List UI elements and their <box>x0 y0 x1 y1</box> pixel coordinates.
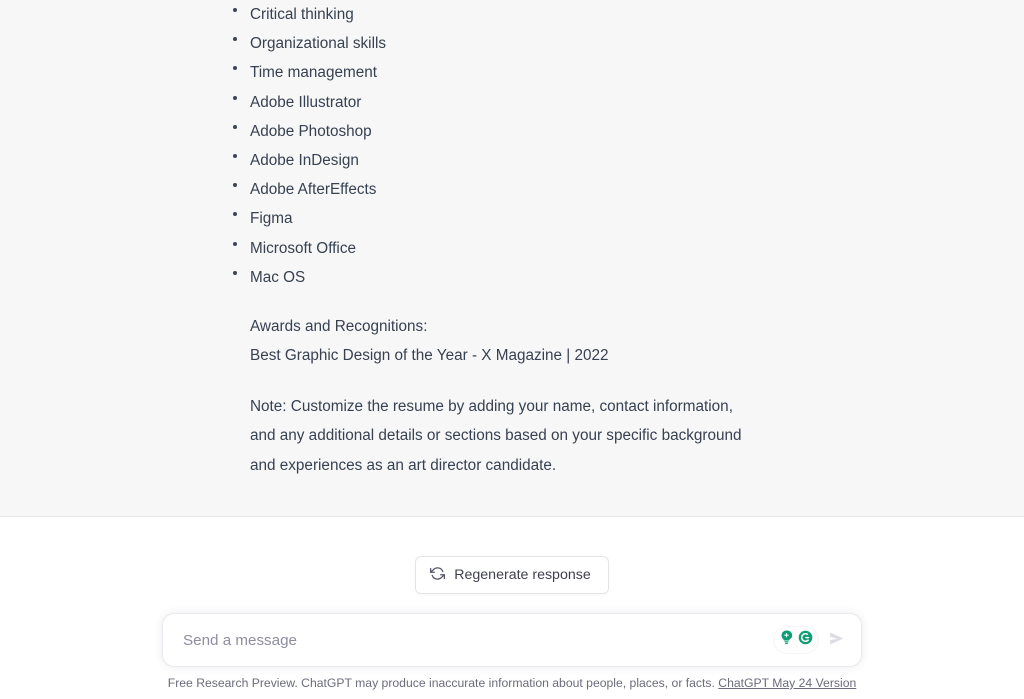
list-item: Critical thinking <box>233 0 964 29</box>
awards-entry: Best Graphic Design of the Year - X Maga… <box>250 347 609 365</box>
footer: Free Research Preview. ChatGPT may produ… <box>0 675 1024 692</box>
list-item: Organizational skills <box>233 29 964 58</box>
list-item-label: Organizational skills <box>250 35 387 53</box>
list-item-label: Adobe Illustrator <box>250 93 362 111</box>
refresh-icon <box>430 566 446 584</box>
list-item-label: Microsoft Office <box>250 239 356 257</box>
skills-list: Critical thinking Organizational skills … <box>233 0 964 292</box>
bullet-icon <box>233 37 237 42</box>
bullet-icon <box>233 153 237 158</box>
regenerate-response-button[interactable]: Regenerate response <box>415 556 609 595</box>
grammarly-g-icon[interactable] <box>797 629 814 651</box>
list-item: Figma <box>233 204 964 233</box>
awards-section: Awards and Recognitions: Best Graphic De… <box>250 312 964 370</box>
regenerate-response-label: Regenerate response <box>454 567 591 583</box>
composer-region: Regenerate response Send a message Free … <box>0 517 1024 699</box>
version-link[interactable]: ChatGPT May 24 Version <box>718 676 856 690</box>
list-item: Adobe InDesign <box>233 146 964 175</box>
chatgpt-app: Critical thinking Organizational skills … <box>0 0 1024 699</box>
list-item: Microsoft Office <box>233 234 964 263</box>
bullet-icon <box>233 241 237 246</box>
bullet-icon <box>233 95 237 100</box>
send-arrow-icon <box>828 630 845 650</box>
list-item-label: Figma <box>250 210 293 228</box>
extension-badge[interactable] <box>774 627 818 654</box>
note-text: Note: Customize the resume by adding you… <box>250 398 742 474</box>
bullet-icon <box>233 66 237 71</box>
lightbulb-plus-icon[interactable] <box>778 629 795 651</box>
assistant-message: Critical thinking Organizational skills … <box>0 0 1024 480</box>
message-composer[interactable] <box>162 613 862 668</box>
list-item: Adobe AfterEffects <box>233 175 964 204</box>
bullet-icon <box>233 8 237 12</box>
list-item: Adobe Illustrator <box>233 88 964 117</box>
bullet-icon <box>233 212 237 217</box>
message-input[interactable] <box>163 614 774 667</box>
bullet-icon <box>233 183 237 188</box>
note-section: Note: Customize the resume by adding you… <box>250 392 750 480</box>
awards-heading: Awards and Recognitions: <box>250 317 428 335</box>
list-item: Adobe Photoshop <box>233 117 964 146</box>
list-item-label: Adobe InDesign <box>250 151 359 169</box>
conversation-area: Critical thinking Organizational skills … <box>0 0 1024 517</box>
list-item-label: Time management <box>250 64 377 82</box>
list-item-label: Mac OS <box>250 268 306 286</box>
list-item: Time management <box>233 58 964 87</box>
composer-wrap <box>0 613 1024 668</box>
footer-disclaimer: Free Research Preview. ChatGPT may produ… <box>167 675 715 690</box>
list-item-label: Critical thinking <box>250 6 354 23</box>
regenerate-row: Regenerate response <box>0 517 1024 595</box>
send-button[interactable] <box>824 630 861 650</box>
bullet-icon <box>233 124 237 129</box>
list-item-label: Adobe Photoshop <box>250 122 372 140</box>
bullet-icon <box>233 270 237 275</box>
list-item: Mac OS <box>233 263 964 292</box>
list-item-label: Adobe AfterEffects <box>250 181 377 199</box>
